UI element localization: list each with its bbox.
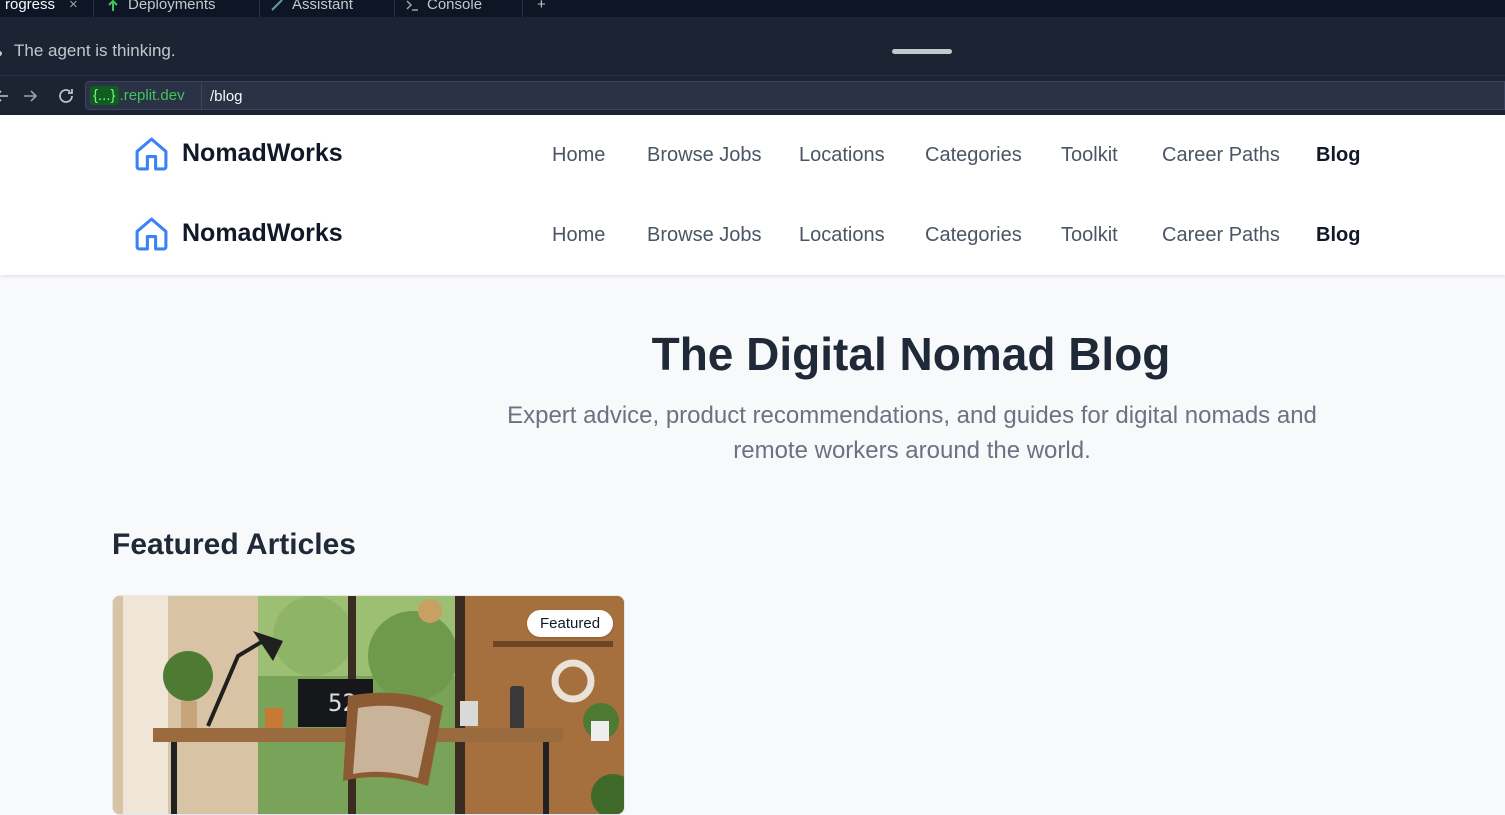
resize-handle[interactable] (892, 49, 952, 54)
site-nav-duplicate: NomadWorks Home Browse Jobs Locations Ca… (0, 195, 1505, 275)
tab-deployments[interactable]: Deployments (106, 0, 216, 17)
status-dot-icon (0, 51, 2, 56)
assistant-icon (271, 0, 283, 11)
page-title: The Digital Nomad Blog (651, 328, 1171, 380)
ide-divider-strip (0, 17, 1505, 28)
nav-career-paths[interactable]: Career Paths (1162, 144, 1280, 167)
url-divider (201, 82, 202, 109)
nav-home[interactable]: Home (552, 144, 605, 167)
tab-label: rogress (5, 0, 56, 13)
featured-badge: Featured (527, 610, 614, 637)
plus-icon: + (537, 0, 546, 13)
featured-heading: Featured Articles (112, 528, 356, 561)
tab-divider (259, 0, 260, 17)
brand-logo[interactable]: NomadWorks (133, 135, 343, 172)
ide-tab-bar: rogress × Deployments Assistant Console … (0, 0, 1505, 17)
tab-console[interactable]: Console (405, 0, 482, 17)
nav-categories[interactable]: Categories (925, 224, 1022, 247)
nav-locations[interactable]: Locations (799, 144, 885, 167)
reload-icon[interactable] (56, 86, 76, 106)
house-icon (135, 137, 168, 171)
brand-logo[interactable]: NomadWorks (133, 215, 343, 252)
house-icon (135, 217, 168, 251)
tab-assistant[interactable]: Assistant (270, 0, 353, 17)
url-subdomain-chip: {...} (90, 86, 119, 105)
url-domain: {...} .replit.dev (90, 85, 185, 106)
webview-url-bar: {...} .replit.dev /blog (0, 75, 1505, 115)
url-input[interactable]: {...} .replit.dev /blog (85, 81, 1505, 110)
add-tab-button[interactable]: + (537, 0, 546, 17)
forward-arrow-icon[interactable] (20, 86, 40, 106)
nav-categories[interactable]: Categories (925, 144, 1022, 167)
back-arrow-icon[interactable] (0, 86, 12, 106)
tab-divider (93, 0, 94, 17)
tab-label: Assistant (292, 0, 353, 13)
nav-browse-jobs[interactable]: Browse Jobs (647, 224, 762, 247)
nav-toolkit[interactable]: Toolkit (1061, 224, 1118, 247)
deploy-icon (108, 0, 118, 11)
nav-career-paths[interactable]: Career Paths (1162, 224, 1280, 247)
page-subtitle: Expert advice, product recommendations, … (507, 402, 1317, 464)
nav-toolkit[interactable]: Toolkit (1061, 144, 1118, 167)
site-header: NomadWorks Home Browse Jobs Locations Ca… (0, 115, 1505, 275)
nav-blog[interactable]: Blog (1316, 224, 1360, 247)
tab-divider (394, 0, 395, 17)
brand-name: NomadWorks (182, 219, 343, 247)
tab-label: Deployments (128, 0, 216, 13)
agent-status-bar: The agent is thinking. (0, 28, 1505, 75)
tab-label: Console (427, 0, 483, 13)
tab-progress[interactable]: rogress × (5, 0, 78, 17)
nav-browse-jobs[interactable]: Browse Jobs (647, 144, 762, 167)
url-domain-suffix: .replit.dev (119, 87, 185, 104)
brand-name: NomadWorks (182, 139, 343, 167)
tab-divider (522, 0, 523, 17)
nav-home[interactable]: Home (552, 224, 605, 247)
close-icon[interactable]: × (69, 0, 78, 13)
nav-locations[interactable]: Locations (799, 224, 885, 247)
url-path[interactable]: /blog (210, 88, 243, 105)
nav-blog[interactable]: Blog (1316, 144, 1360, 167)
site-nav: NomadWorks Home Browse Jobs Locations Ca… (0, 115, 1505, 195)
console-icon (406, 0, 418, 11)
agent-status-text: The agent is thinking. (14, 41, 176, 60)
